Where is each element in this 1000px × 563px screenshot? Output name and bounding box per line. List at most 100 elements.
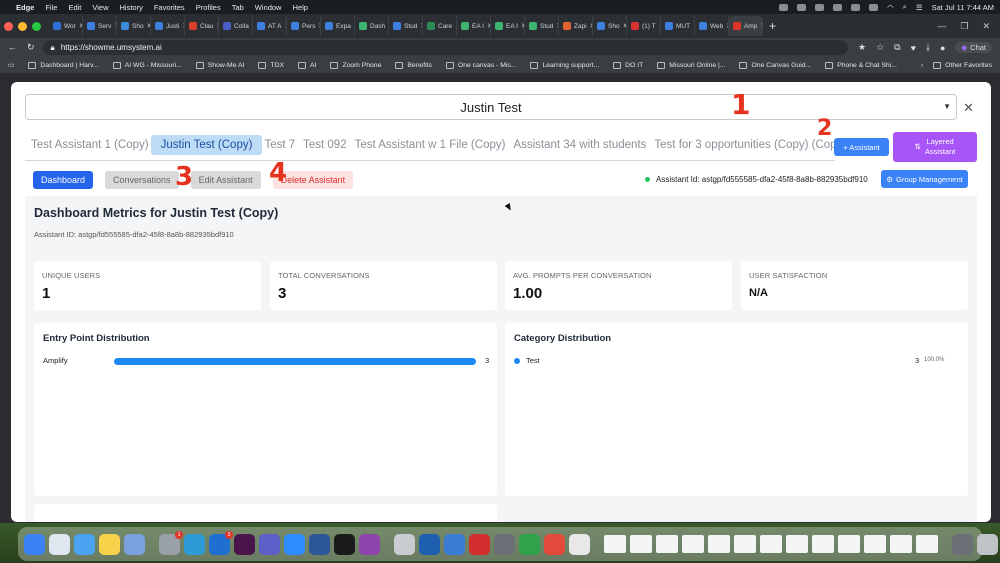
browser-tab[interactable]: EA I✕: [457, 16, 491, 36]
tab-assistant[interactable]: Justin Test (Copy): [150, 135, 263, 155]
wifi-icon[interactable]: ◠: [887, 3, 894, 12]
window-thumbnail[interactable]: [786, 535, 808, 553]
launchpad-icon[interactable]: [49, 533, 70, 555]
browser-tab[interactable]: Expa✕: [321, 16, 355, 36]
window-thumbnail[interactable]: [682, 535, 704, 553]
menu-file[interactable]: File: [45, 3, 57, 12]
menu-favorites[interactable]: Favorites: [154, 3, 185, 12]
window-thumbnail[interactable]: [864, 535, 886, 553]
favorite-item[interactable]: One Canvas Guid...: [739, 61, 811, 69]
tab-assistant[interactable]: Test Assistant 1 (Copy): [31, 139, 149, 151]
add-assistant-button[interactable]: + Assistant: [834, 138, 889, 156]
url-field[interactable]: 🔒︎ https://showme.umsystem.ai: [42, 40, 849, 55]
window-thumbnail[interactable]: [604, 535, 626, 553]
browser-tab[interactable]: AT A✕: [253, 16, 287, 36]
menu-help[interactable]: Help: [292, 3, 307, 12]
trash-icon[interactable]: [977, 533, 998, 555]
browser-tab[interactable]: Zapi✕: [559, 16, 593, 36]
favorite-item[interactable]: Zoom Phone: [330, 61, 381, 69]
browser-tab[interactable]: Sho✕: [593, 16, 627, 36]
group-management-button[interactable]: ⚙ Group Management: [881, 170, 968, 188]
chrome-icon[interactable]: [569, 533, 590, 555]
favorite-item[interactable]: Dashboard | Harv...: [28, 61, 99, 69]
window-thumbnail[interactable]: [890, 535, 912, 553]
system-settings-icon[interactable]: 1: [159, 530, 183, 555]
slack-icon[interactable]: [234, 533, 255, 555]
tab-assistant[interactable]: Test Assistant w 1 File (Copy): [355, 139, 506, 151]
zoom-window-button[interactable]: [32, 21, 41, 31]
edge-icon[interactable]: [184, 533, 205, 555]
menu-view[interactable]: View: [92, 3, 108, 12]
browser-tab[interactable]: MUT✕: [661, 16, 695, 36]
browser-tab[interactable]: EA I✕: [491, 16, 525, 36]
new-tab-icon[interactable]: +: [769, 19, 776, 33]
menu-app-name[interactable]: Edge: [16, 3, 34, 12]
voice-memos-icon[interactable]: [334, 533, 355, 555]
acrobat-icon[interactable]: [469, 533, 490, 555]
window-thumbnail[interactable]: [916, 535, 938, 553]
close-window-button[interactable]: [4, 21, 13, 31]
teams-icon[interactable]: [259, 533, 280, 555]
onenote-icon[interactable]: [359, 533, 380, 555]
window-thumbnail[interactable]: [760, 535, 782, 553]
window-thumbnail[interactable]: [630, 535, 652, 553]
favorite-item[interactable]: Phone & Chat Shi...: [825, 61, 897, 69]
notes-icon[interactable]: [99, 533, 120, 555]
app2-icon[interactable]: [494, 533, 515, 555]
status-record-icon[interactable]: [851, 3, 861, 11]
browser-tab[interactable]: Care✕: [423, 16, 457, 36]
browser-tab[interactable]: Colla✕: [219, 16, 253, 36]
preview-icon[interactable]: [124, 533, 145, 555]
search-icon[interactable]: ⌕: [903, 2, 907, 12]
app-icon[interactable]: [394, 533, 415, 555]
menu-tab[interactable]: Tab: [232, 3, 244, 12]
favorite-item[interactable]: Learning support...: [530, 61, 599, 69]
browser-tab[interactable]: Stud✕: [525, 16, 559, 36]
downloads-stack-icon[interactable]: [952, 533, 973, 555]
close-tab-icon[interactable]: ✕: [760, 22, 762, 30]
favorite-item[interactable]: Missouri Online |...: [657, 61, 725, 69]
favorite-item[interactable]: AI: [298, 61, 316, 69]
window-thumbnail[interactable]: [734, 535, 756, 553]
browser-tab[interactable]: (1) T✕: [627, 16, 661, 36]
browser-tab[interactable]: Web✕: [695, 16, 729, 36]
powerpoint-icon[interactable]: [544, 533, 565, 555]
edit-assistant-button[interactable]: Edit Assistant: [190, 171, 261, 189]
outlook-icon[interactable]: 3: [209, 530, 233, 555]
safari-icon[interactable]: [74, 533, 95, 555]
status-zoom-icon[interactable]: [797, 3, 807, 11]
browser-tab[interactable]: Pers✕: [287, 16, 321, 36]
window-thumbnail[interactable]: [812, 535, 834, 553]
other-favorites[interactable]: › Other Favorites: [921, 61, 992, 69]
menu-profiles[interactable]: Profiles: [196, 3, 221, 12]
browser-tab[interactable]: Justi✕: [151, 16, 185, 36]
menu-edit[interactable]: Edit: [68, 3, 81, 12]
copilot-chat-button[interactable]: ◆ Chat: [955, 42, 992, 53]
extensions-icon[interactable]: ♥: [911, 43, 916, 53]
browser-tab[interactable]: Stud✕: [389, 16, 423, 36]
profile-avatar[interactable]: ●: [940, 43, 945, 53]
close-icon[interactable]: ✕: [982, 21, 990, 32]
menu-window[interactable]: Window: [255, 3, 282, 12]
finder-icon[interactable]: [24, 533, 45, 555]
favorite-star-icon[interactable]: ★: [858, 42, 866, 53]
status-battery-icon[interactable]: [869, 3, 879, 11]
minimize-icon[interactable]: —: [937, 21, 946, 32]
status-teams-icon[interactable]: [833, 3, 843, 11]
tab-assistant[interactable]: Assistant 34 with students: [513, 139, 646, 151]
browser-tab[interactable]: Serv✕: [83, 16, 117, 36]
favorite-item[interactable]: One canvas - Mis...: [445, 61, 516, 69]
word-doc-icon[interactable]: [419, 533, 440, 555]
collections-icon[interactable]: ⧉: [894, 42, 900, 53]
dashboard-button[interactable]: Dashboard: [33, 171, 94, 189]
favorite-item[interactable]: DO IT: [613, 61, 643, 69]
back-arrow-icon[interactable]: ←: [8, 42, 17, 53]
restore-icon[interactable]: ❐: [960, 21, 968, 32]
menu-datetime[interactable]: Sat Jul 11 7:44 AM: [932, 3, 994, 12]
browser-tab[interactable]: Sho✕: [117, 16, 151, 36]
favorite-item[interactable]: Show-Me AI: [195, 61, 244, 69]
favorite-item[interactable]: AI WG - Missouri...: [112, 61, 182, 69]
window-thumbnail[interactable]: [656, 535, 678, 553]
window-thumbnail[interactable]: [838, 535, 860, 553]
window-thumbnail[interactable]: [708, 535, 730, 553]
